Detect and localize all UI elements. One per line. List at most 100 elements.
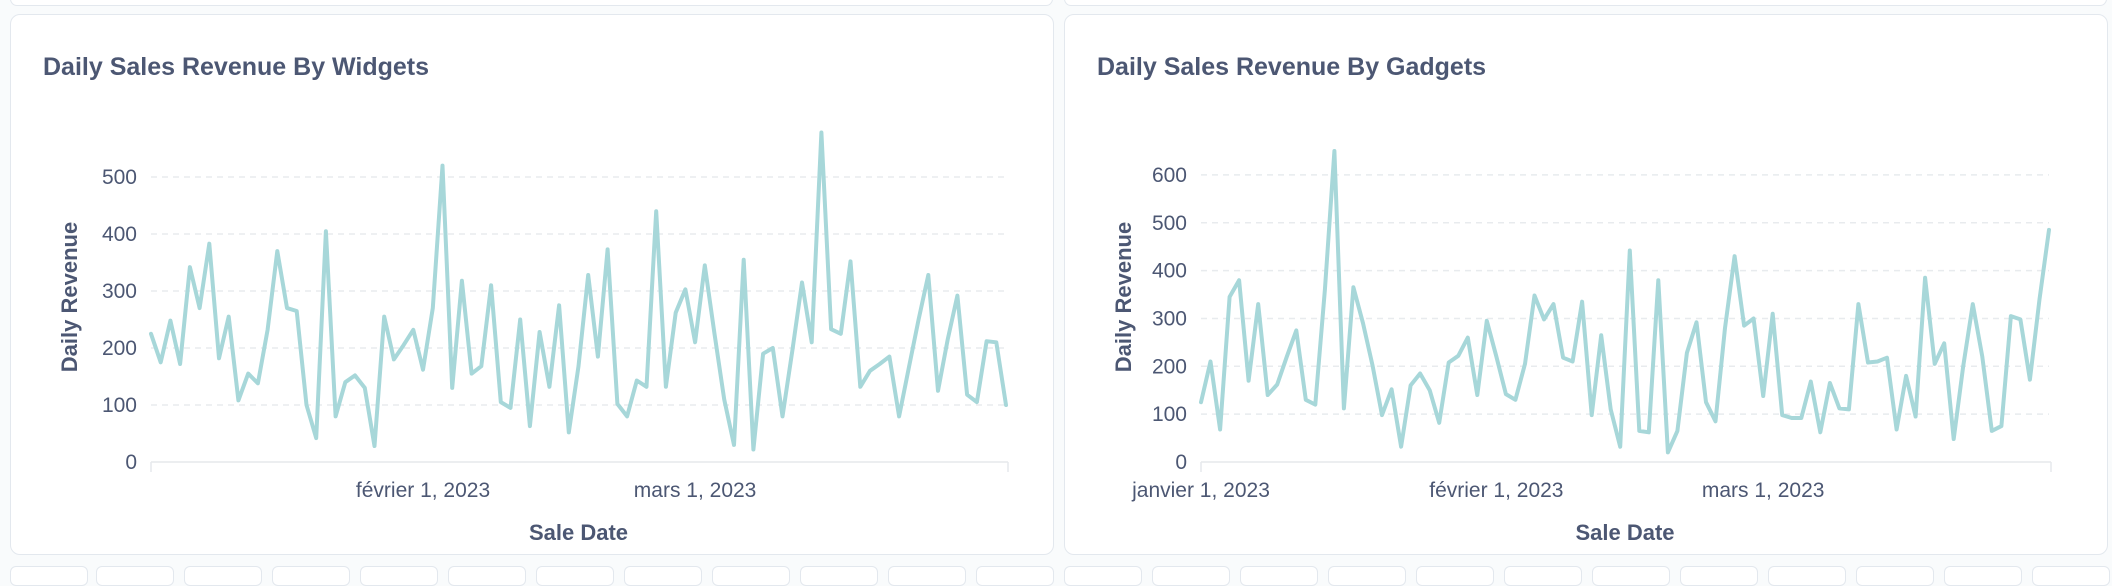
data-point[interactable] <box>420 367 426 373</box>
data-point[interactable] <box>886 354 892 360</box>
data-point[interactable] <box>1303 397 1309 403</box>
data-point[interactable] <box>459 278 465 284</box>
data-point[interactable] <box>1341 405 1347 411</box>
data-point[interactable] <box>274 248 280 254</box>
data-point[interactable] <box>294 308 300 314</box>
data-point[interactable] <box>1874 359 1880 365</box>
data-point[interactable] <box>1646 429 1652 435</box>
data-point[interactable] <box>1722 325 1728 331</box>
data-point[interactable] <box>1855 301 1861 307</box>
data-point[interactable] <box>1227 294 1233 300</box>
data-point[interactable] <box>954 293 960 299</box>
data-point[interactable] <box>206 241 212 247</box>
data-point[interactable] <box>1455 353 1461 359</box>
data-point[interactable] <box>1436 420 1442 426</box>
data-point[interactable] <box>974 399 980 405</box>
data-point[interactable] <box>1560 355 1566 361</box>
data-point[interactable] <box>1003 402 1009 408</box>
data-point[interactable] <box>1265 392 1271 398</box>
data-point[interactable] <box>313 435 319 441</box>
data-point[interactable] <box>1732 253 1738 259</box>
data-point[interactable] <box>624 413 630 419</box>
data-point[interactable] <box>1884 355 1890 361</box>
data-point[interactable] <box>1350 284 1356 290</box>
data-point[interactable] <box>2046 227 2052 233</box>
data-point[interactable] <box>1322 287 1328 293</box>
chart-card-gadgets[interactable]: Daily Sales Revenue By Gadgets 0 100 200 30… <box>1064 14 2108 555</box>
data-point[interactable] <box>265 327 271 333</box>
data-point[interactable] <box>818 130 824 136</box>
data-point[interactable] <box>877 361 883 367</box>
data-point[interactable] <box>401 342 407 348</box>
data-point[interactable] <box>595 354 601 360</box>
data-point[interactable] <box>1684 350 1690 356</box>
data-point[interactable] <box>1608 406 1614 412</box>
data-point[interactable] <box>352 372 358 378</box>
data-point[interactable] <box>585 272 591 278</box>
data-point[interactable] <box>1970 301 1976 307</box>
data-point[interactable] <box>731 442 737 448</box>
data-point[interactable] <box>255 380 261 386</box>
data-point[interactable] <box>177 361 183 367</box>
data-point[interactable] <box>916 317 922 323</box>
data-point[interactable] <box>1417 370 1423 376</box>
data-point[interactable] <box>1493 354 1499 360</box>
data-point[interactable] <box>1941 340 1947 346</box>
data-point[interactable] <box>284 305 290 311</box>
data-point[interactable] <box>1836 405 1842 411</box>
data-point[interactable] <box>342 379 348 385</box>
data-point[interactable] <box>712 331 718 337</box>
data-point[interactable] <box>1665 449 1671 455</box>
data-point[interactable] <box>1760 393 1766 399</box>
data-point[interactable] <box>1989 428 1995 434</box>
data-point[interactable] <box>1370 362 1376 368</box>
data-point[interactable] <box>828 326 834 332</box>
data-point[interactable] <box>634 377 640 383</box>
data-point[interactable] <box>2036 296 2042 302</box>
data-point[interactable] <box>1789 415 1795 421</box>
data-point[interactable] <box>1817 429 1823 435</box>
data-point[interactable] <box>945 336 951 342</box>
data-point[interactable] <box>1693 319 1699 325</box>
data-point[interactable] <box>848 258 854 264</box>
series-line[interactable] <box>1199 149 2051 455</box>
data-point[interactable] <box>371 443 377 449</box>
data-point[interactable] <box>750 446 756 452</box>
data-point[interactable] <box>692 339 698 345</box>
data-point[interactable] <box>1846 406 1852 412</box>
data-point[interactable] <box>653 208 659 214</box>
data-point[interactable] <box>1617 444 1623 450</box>
data-point[interactable] <box>2027 377 2033 383</box>
data-point[interactable] <box>1198 399 1204 405</box>
data-point[interactable] <box>1284 354 1290 360</box>
data-point[interactable] <box>1236 277 1242 283</box>
data-point[interactable] <box>1589 412 1595 418</box>
data-point[interactable] <box>1951 436 1957 442</box>
data-point[interactable] <box>1932 361 1938 367</box>
data-point[interactable] <box>1484 318 1490 324</box>
data-point[interactable] <box>896 413 902 419</box>
data-point[interactable] <box>245 371 251 377</box>
data-point[interactable] <box>410 327 416 333</box>
data-point[interactable] <box>1208 359 1214 365</box>
data-point[interactable] <box>1808 379 1814 385</box>
data-point[interactable] <box>537 329 543 335</box>
data-point[interactable] <box>469 371 475 377</box>
data-point[interactable] <box>663 384 669 390</box>
data-point[interactable] <box>1627 248 1633 254</box>
data-point[interactable] <box>780 413 786 419</box>
data-point[interactable] <box>1741 323 1747 329</box>
data-point[interactable] <box>235 397 241 403</box>
data-point[interactable] <box>760 351 766 357</box>
data-point[interactable] <box>1798 415 1804 421</box>
data-point[interactable] <box>614 401 620 407</box>
data-point[interactable] <box>323 228 329 234</box>
data-point[interactable] <box>857 384 863 390</box>
data-point[interactable] <box>1293 327 1299 333</box>
data-point[interactable] <box>799 279 805 285</box>
data-point[interactable] <box>770 345 776 351</box>
data-point[interactable] <box>789 348 795 354</box>
data-point[interactable] <box>1922 275 1928 281</box>
data-point[interactable] <box>148 331 154 337</box>
data-point[interactable] <box>449 385 455 391</box>
